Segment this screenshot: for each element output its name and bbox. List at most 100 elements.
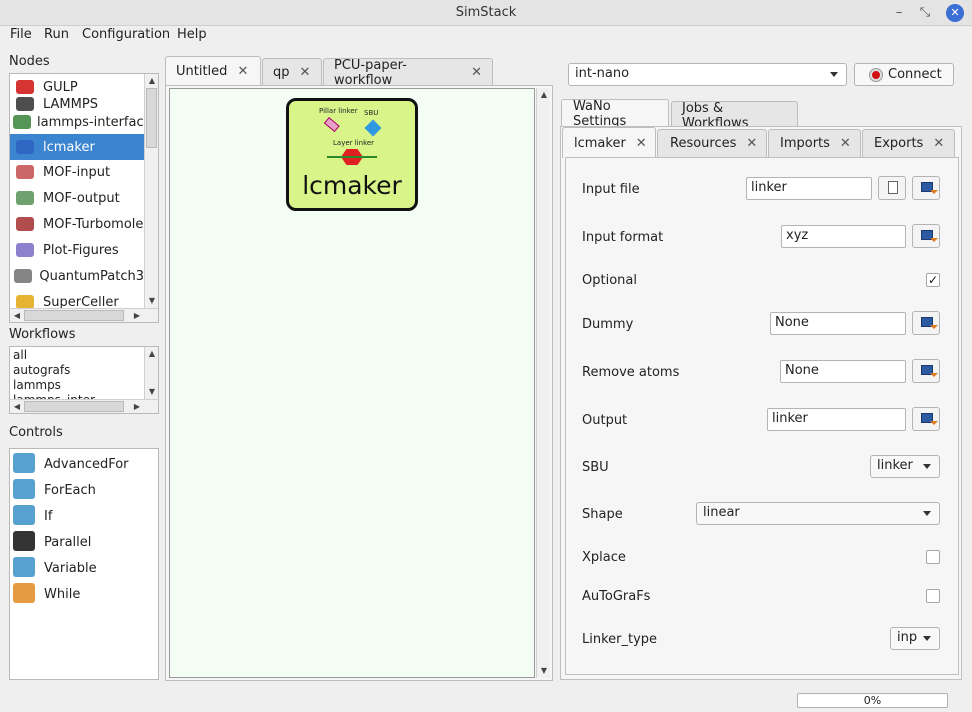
pillar-linker-icon (323, 117, 340, 133)
workflow-item[interactable]: all (13, 348, 27, 362)
sbu-label: SBU (364, 109, 379, 117)
tab-lcmaker[interactable]: lcmaker ✕ (562, 127, 656, 158)
tab-exports[interactable]: Exports ✕ (862, 129, 955, 157)
tab-imports[interactable]: Imports ✕ (768, 129, 861, 157)
optional-label: Optional (582, 273, 637, 288)
linker-type-label: Linker_type (582, 632, 658, 647)
lcmaker-canvas-node[interactable]: Pillar linker SBU Layer linker lcmaker (286, 98, 418, 211)
open-file-button[interactable] (878, 176, 906, 200)
input-format-variable-button[interactable] (912, 224, 940, 248)
advancedfor-icon (13, 453, 37, 475)
tab-resources[interactable]: Resources ✕ (657, 129, 767, 157)
node-item-lammps-interface[interactable]: lammps-interface (10, 113, 152, 131)
remove-atoms-variable-button[interactable] (912, 359, 940, 383)
input-format-field[interactable]: xyz (781, 225, 906, 248)
node-item-mof-turbomole[interactable]: MOF-Turbomole (10, 211, 144, 237)
while-icon (13, 583, 37, 605)
nodes-label: Nodes (9, 54, 50, 69)
title-bar: SimStack – ⤡ ✕ (0, 0, 972, 26)
menu-file[interactable]: File (10, 27, 32, 42)
input-file-variable-button[interactable] (912, 176, 940, 200)
menu-configuration[interactable]: Configuration (82, 27, 170, 42)
nodes-vscrollbar[interactable]: ▲ ▼ (144, 74, 158, 322)
menu-help[interactable]: Help (177, 27, 207, 42)
node-item-mof-input[interactable]: MOF-input (10, 159, 144, 185)
sbu-label-text: SBU (582, 460, 609, 475)
node-item-mof-output[interactable]: MOF-output (10, 185, 144, 211)
close-tab-icon[interactable]: ✕ (300, 65, 311, 80)
quantumpatch-icon (13, 265, 33, 287)
tab-untitled[interactable]: Untitled ✕ (165, 56, 261, 86)
parallel-icon (13, 531, 37, 553)
workflows-label: Workflows (9, 327, 76, 342)
shape-label: Shape (582, 507, 623, 522)
output-variable-button[interactable] (912, 407, 940, 431)
sbu-icon (364, 119, 382, 137)
workflow-item[interactable]: autografs (13, 363, 70, 377)
server-select[interactable]: int-nano (568, 63, 847, 86)
mof-turbomole-icon (13, 213, 37, 235)
input-format-label: Input format (582, 230, 664, 245)
optional-checkbox[interactable]: ✓ (926, 273, 940, 287)
variable-icon (13, 557, 37, 579)
remove-atoms-field[interactable]: None (780, 360, 906, 383)
close-tab-icon[interactable]: ✕ (636, 136, 647, 151)
tab-qp[interactable]: qp ✕ (262, 58, 322, 86)
workflows-hscrollbar[interactable]: ◀ ▶ (10, 399, 158, 413)
canvas-vscrollbar[interactable]: ▲ ▼ (536, 88, 550, 678)
xplace-checkbox[interactable] (926, 550, 940, 564)
close-tab-icon[interactable]: ✕ (933, 136, 944, 151)
minimize-icon[interactable]: – (890, 4, 908, 22)
connection-status-icon (870, 68, 882, 81)
chevron-down-icon (923, 636, 931, 641)
controls-label: Controls (9, 425, 63, 440)
control-item-foreach[interactable]: ForEach (11, 477, 96, 503)
control-item-while[interactable]: While (11, 581, 80, 607)
close-tab-icon[interactable]: ✕ (237, 64, 248, 79)
workflows-vscrollbar[interactable]: ▲ ▼ (144, 347, 158, 399)
node-item-lcmaker[interactable]: lcmaker (10, 134, 144, 160)
xplace-label: Xplace (582, 550, 626, 565)
chevron-down-icon (923, 511, 931, 516)
nodes-hscrollbar[interactable]: ◀ ▶ (10, 308, 158, 322)
node-item-quantumpatch3[interactable]: QuantumPatch3 (10, 263, 144, 289)
lcmaker-icon (13, 136, 37, 158)
foreach-icon (13, 479, 37, 501)
workflows-list[interactable]: allautografslammpslammps_inter ▲ ▼ ◀ ▶ (9, 346, 159, 414)
menu-run[interactable]: Run (44, 27, 69, 42)
input-file-label: Input file (582, 182, 640, 197)
control-item-variable[interactable]: Variable (11, 555, 97, 581)
autografs-checkbox[interactable] (926, 589, 940, 603)
close-window-icon[interactable]: ✕ (946, 4, 964, 22)
shape-select[interactable]: linear (696, 502, 940, 525)
workflow-item[interactable]: lammps (13, 378, 61, 392)
pillar-linker-label: Pillar linker (319, 107, 358, 115)
controls-list[interactable]: AdvancedFor ForEach If Parallel Variable Whil… (9, 448, 159, 680)
remove-atoms-label: Remove atoms (582, 365, 680, 380)
nodes-list[interactable]: GULP LAMMPS lammps-interface lcmaker MOF-inp… (9, 73, 159, 323)
control-item-if[interactable]: If (11, 503, 52, 529)
input-file-field[interactable]: linker (746, 177, 872, 200)
tab-wano-settings[interactable]: WaNo Settings (561, 99, 669, 129)
dummy-field[interactable]: None (770, 312, 906, 335)
mof-input-icon (13, 161, 37, 183)
tab-jobs-workflows[interactable]: Jobs & Workflows (671, 101, 798, 131)
control-item-parallel[interactable]: Parallel (11, 529, 91, 555)
dummy-variable-button[interactable] (912, 311, 940, 335)
sbu-select[interactable]: linker (870, 455, 940, 478)
control-item-advancedfor[interactable]: AdvancedFor (11, 451, 129, 477)
workflow-canvas[interactable]: Pillar linker SBU Layer linker lcmaker (169, 88, 535, 678)
restore-icon[interactable]: ⤡ (916, 4, 934, 22)
output-field[interactable]: linker (767, 408, 906, 431)
linker-type-select[interactable]: inp (890, 627, 940, 650)
dummy-label: Dummy (582, 317, 634, 332)
close-tab-icon[interactable]: ✕ (746, 136, 757, 151)
close-tab-icon[interactable]: ✕ (471, 65, 482, 80)
menu-bar: File Run Configuration Help (0, 26, 972, 46)
node-item-plot-figures[interactable]: Plot-Figures (10, 237, 144, 263)
canvas-node-title: lcmaker (302, 171, 402, 200)
tab-pcu-paper-workflow[interactable]: PCU-paper-workflow ✕ (323, 58, 493, 88)
layer-linker-label: Layer linker (333, 139, 375, 147)
close-tab-icon[interactable]: ✕ (840, 136, 851, 151)
connect-button[interactable]: Connect (854, 63, 954, 86)
